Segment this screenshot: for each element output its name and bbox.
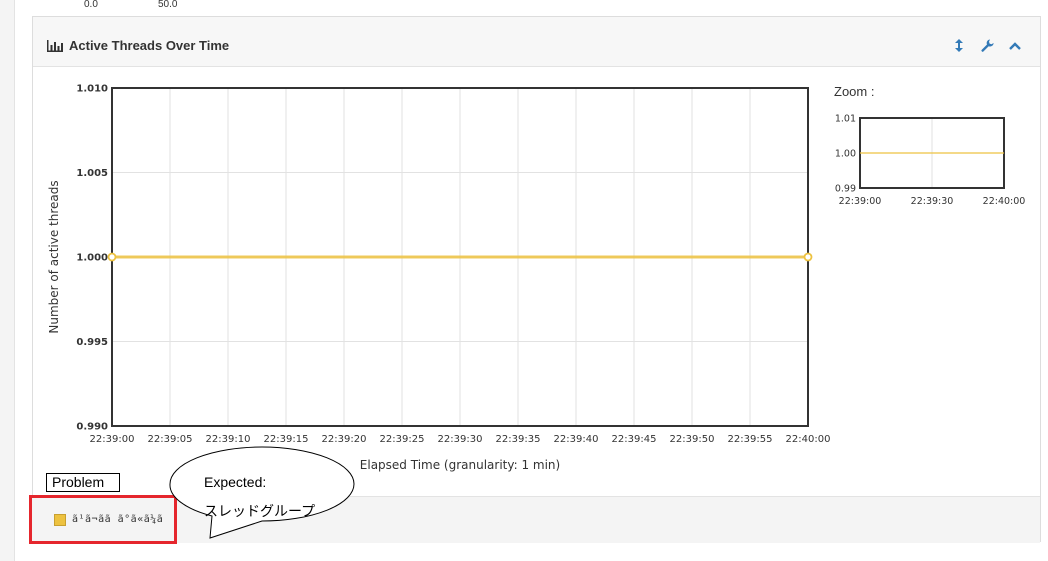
expected-callout-bubble — [169, 446, 355, 539]
expected-label: Expected: — [204, 474, 267, 490]
expected-value: スレッドグループ — [204, 503, 316, 519]
